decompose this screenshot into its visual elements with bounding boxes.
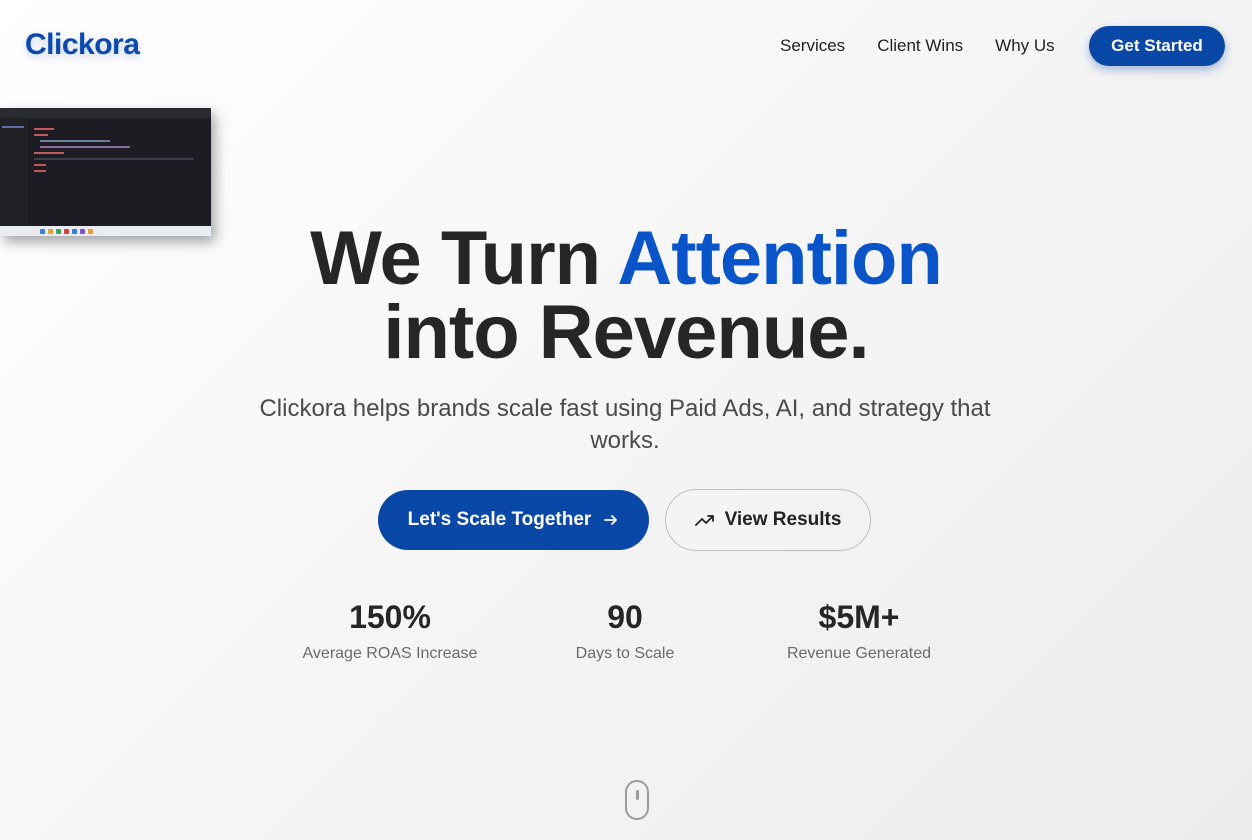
nav-link-services[interactable]: Services — [780, 36, 845, 56]
hero-headline: We Turn Attention into Revenue. — [0, 221, 1252, 371]
logo[interactable]: Clickora — [25, 28, 140, 62]
arrow-right-icon — [604, 515, 618, 525]
navbar: Clickora Services Client Wins Why Us Get… — [0, 0, 1252, 92]
lets-scale-together-button[interactable]: Let's Scale Together — [378, 490, 649, 550]
stat-revenue-generated: $5M+ Revenue Generated — [739, 598, 979, 663]
stat-value: $5M+ — [818, 599, 900, 635]
nav-links: Services Client Wins Why Us — [780, 36, 1055, 56]
view-results-button[interactable]: View Results — [665, 489, 871, 551]
hero-headline-accent: Attention — [617, 216, 942, 301]
mouse-scroll-icon[interactable] — [625, 780, 649, 820]
scroll-wheel — [636, 790, 639, 800]
hero-headline-part2: into Revenue. — [383, 290, 869, 375]
hero-subtitle: Clickora helps brands scale fast using P… — [259, 395, 991, 454]
nav-link-client-wins[interactable]: Client Wins — [877, 36, 963, 56]
hero-headline-part1: We Turn — [310, 216, 618, 301]
stat-label: Days to Scale — [575, 645, 675, 662]
stat-value: 90 — [607, 599, 643, 635]
stat-days-to-scale: 90 Days to Scale — [505, 598, 745, 663]
stat-value: 150% — [349, 599, 431, 635]
lets-scale-together-label: Let's Scale Together — [407, 509, 592, 530]
stat-average-roas: 150% Average ROAS Increase — [270, 598, 510, 663]
view-results-label: View Results — [724, 509, 842, 530]
get-started-button[interactable]: Get Started — [1089, 26, 1225, 66]
trending-up-icon — [694, 515, 714, 526]
nav-link-why-us[interactable]: Why Us — [995, 36, 1055, 56]
stat-label: Revenue Generated — [786, 645, 932, 662]
stat-label: Average ROAS Increase — [302, 645, 478, 662]
screen-preview-thumbnail — [0, 108, 211, 236]
